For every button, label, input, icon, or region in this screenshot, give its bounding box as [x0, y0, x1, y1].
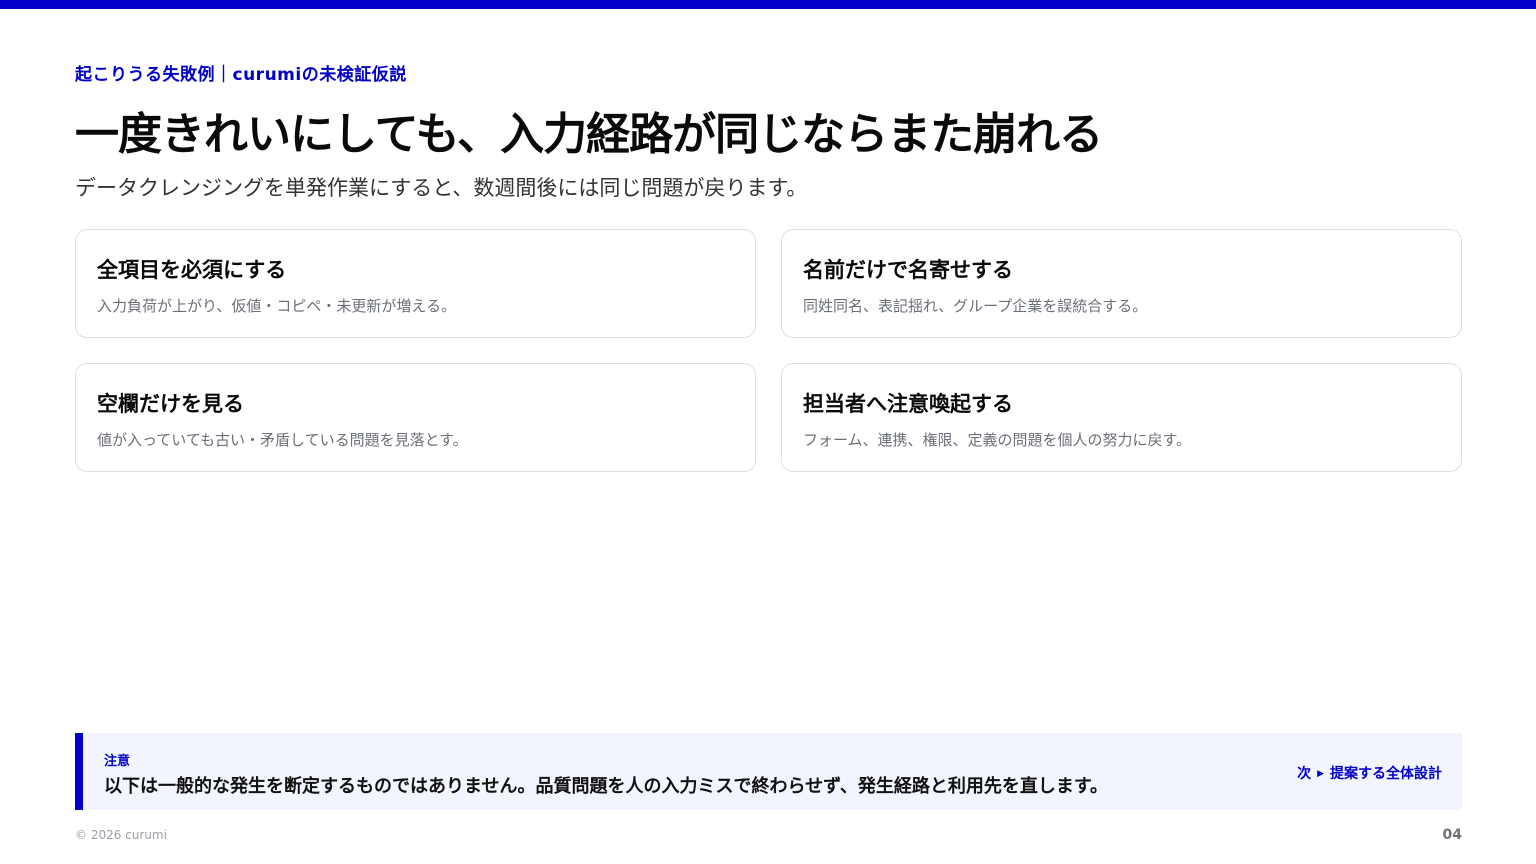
failure-card-required-fields: 全項目を必須にする 入力負荷が上がり、仮値・コピペ・未更新が増える。 [75, 229, 756, 338]
page-title: 一度きれいにしても、入力経路が同じならまた崩れる [75, 109, 1103, 160]
card-description: 同姓同名、表記揺れ、グループ企業を誤統合する。 [803, 297, 1148, 315]
caution-text: 以下は一般的な発生を断定するものではありません。品質問題を人の入力ミスで終わらせ… [104, 776, 1109, 797]
failure-card-name-matching: 名前だけで名寄せする 同姓同名、表記揺れ、グループ企業を誤統合する。 [781, 229, 1462, 338]
card-title: 全項目を必須にする [97, 258, 287, 282]
card-title: 空欄だけを見る [97, 392, 244, 416]
card-description: フォーム、連携、権限、定義の問題を個人の努力に戻す。 [803, 431, 1192, 449]
play-arrow-icon: ▶ [1317, 769, 1324, 779]
failure-card-blank-check: 空欄だけを見る 値が入っていても古い・矛盾している問題を見落とす。 [75, 363, 756, 472]
caution-note: 注意 以下は一般的な発生を断定するものではありません。品質問題を人の入力ミスで終… [75, 733, 1462, 810]
section-eyebrow: 起こりうる失敗例｜curumiの未検証仮説 [75, 65, 407, 85]
card-description: 入力負荷が上がり、仮値・コピペ・未更新が増える。 [97, 297, 456, 315]
next-section-link[interactable]: 次 ▶ 提案する全体設計 [1297, 763, 1442, 783]
next-section-label: 提案する全体設計 [1330, 766, 1442, 782]
copyright-text: © 2026 curumi [75, 828, 167, 842]
card-title: 名前だけで名寄せする [803, 258, 1013, 282]
failure-cards-grid: 全項目を必須にする 入力負荷が上がり、仮値・コピペ・未更新が増える。 名前だけで… [75, 229, 1462, 472]
caution-label: 注意 [104, 754, 131, 769]
card-title: 担当者へ注意喚起する [803, 392, 1013, 416]
failure-card-reminders: 担当者へ注意喚起する フォーム、連携、権限、定義の問題を個人の努力に戻す。 [781, 363, 1462, 472]
page-subtitle: データクレンジングを単発作業にすると、数週間後には同じ問題が戻ります。 [75, 176, 808, 200]
next-prefix: 次 [1297, 766, 1312, 782]
top-accent-bar [0, 0, 1536, 9]
page-number: 04 [1442, 827, 1462, 843]
card-description: 値が入っていても古い・矛盾している問題を見落とす。 [97, 431, 468, 449]
